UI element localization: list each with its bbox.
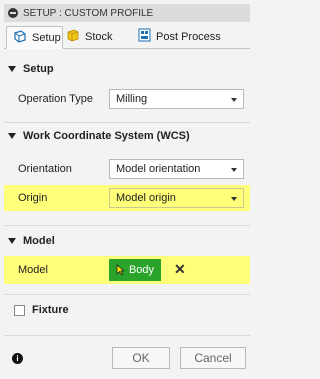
operation-type-label: Operation Type xyxy=(18,93,94,105)
model-row: Model Body ✕ xyxy=(4,256,250,284)
origin-row: Origin Model origin xyxy=(4,185,250,211)
operation-type-select[interactable]: Milling xyxy=(109,89,244,109)
setup-dialog: SETUP : CUSTOM PROFILE Setup Stock Post … xyxy=(0,0,254,379)
origin-label: Origin xyxy=(18,192,48,204)
clear-selection-icon[interactable]: ✕ xyxy=(174,261,186,278)
dropdown-arrow-icon xyxy=(231,98,237,102)
setup-icon xyxy=(13,29,27,46)
post-process-icon xyxy=(138,28,151,45)
dropdown-arrow-icon xyxy=(231,168,237,172)
expand-triangle-icon xyxy=(8,66,16,72)
tab-post-process-label: Post Process xyxy=(156,30,221,43)
divider xyxy=(4,225,250,226)
cursor-arrow-icon xyxy=(116,264,125,276)
body-selection-button[interactable]: Body xyxy=(109,259,161,281)
divider xyxy=(4,294,250,295)
operation-type-row: Operation Type Milling xyxy=(4,86,250,112)
tab-setup-label: Setup xyxy=(32,31,61,44)
tab-stock-label: Stock xyxy=(85,30,113,43)
fixture-label: Fixture xyxy=(32,304,69,316)
orientation-label: Orientation xyxy=(18,163,72,175)
stock-cube-icon xyxy=(66,28,80,45)
tab-stock[interactable]: Stock xyxy=(66,26,128,47)
orientation-select[interactable]: Model orientation xyxy=(109,159,244,179)
info-icon[interactable]: i xyxy=(12,353,23,364)
dialog-title: SETUP : CUSTOM PROFILE xyxy=(23,7,154,19)
fixture-checkbox[interactable] xyxy=(14,305,25,316)
model-label: Model xyxy=(18,264,48,276)
orientation-row: Orientation Model orientation xyxy=(4,156,250,182)
divider xyxy=(4,335,250,336)
divider xyxy=(4,122,250,123)
collapse-icon[interactable] xyxy=(8,8,18,18)
tab-setup[interactable]: Setup xyxy=(6,26,63,49)
cancel-button[interactable]: Cancel xyxy=(180,347,246,369)
setup-section-header[interactable]: Setup xyxy=(8,63,54,75)
dialog-title-bar[interactable]: SETUP : CUSTOM PROFILE xyxy=(4,4,250,22)
ok-button[interactable]: OK xyxy=(112,347,170,369)
dropdown-arrow-icon xyxy=(231,197,237,201)
expand-triangle-icon xyxy=(8,133,16,139)
origin-select[interactable]: Model origin xyxy=(109,188,244,208)
model-section-header[interactable]: Model xyxy=(8,235,55,247)
tab-bar: Setup Stock Post Process xyxy=(4,24,250,49)
tab-post-process[interactable]: Post Process xyxy=(138,26,238,47)
wcs-section-header[interactable]: Work Coordinate System (WCS) xyxy=(8,130,190,142)
expand-triangle-icon xyxy=(8,238,16,244)
